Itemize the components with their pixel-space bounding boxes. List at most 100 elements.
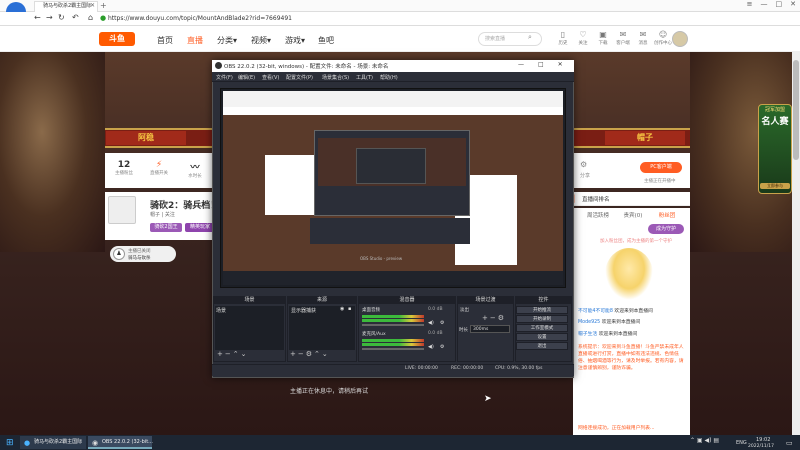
streamer-tag[interactable]: 骑砍2国王 xyxy=(150,223,182,232)
streamer-avatar[interactable] xyxy=(108,196,136,224)
clock-date[interactable]: 2022/11/17 xyxy=(748,444,774,449)
nav-category[interactable]: 分类▾ xyxy=(217,35,237,46)
tab-fanclub[interactable]: 粉丝团 xyxy=(652,211,682,219)
notification-icon[interactable]: ▭ xyxy=(786,439,793,447)
stat-live-toggle[interactable]: ⚡ 直播开关 xyxy=(144,160,174,176)
chat-user[interactable]: Mode925 xyxy=(578,320,600,325)
event-badge-button[interactable]: 立即参与 xyxy=(760,183,790,189)
nav-fishbar[interactable]: 鱼吧 xyxy=(318,35,334,46)
menu-help[interactable]: 帮助(H) xyxy=(380,74,398,81)
speaker-icon[interactable]: ◀) xyxy=(428,320,434,326)
browser-tab[interactable]: 骑马与砍杀2霸主国际 xyxy=(34,1,98,12)
client-button[interactable]: ✉ 客户端 xyxy=(612,30,634,46)
pc-client-button[interactable]: PC客户端 xyxy=(640,162,682,173)
site-logo[interactable]: 斗鱼 xyxy=(99,32,135,46)
windows-start-icon[interactable]: ⊞ xyxy=(6,438,14,448)
follow-status: 主播已关闭 xyxy=(128,249,151,254)
speaker-icon[interactable]: ◀) xyxy=(428,344,434,350)
undo-icon[interactable]: ↶ xyxy=(72,13,79,22)
user-avatar[interactable] xyxy=(672,31,688,47)
follow-button[interactable]: ♡ 关注 xyxy=(572,30,594,46)
search-input[interactable]: 搜索直播 xyxy=(478,32,542,46)
menu-scene-collection[interactable]: 场景集合(S) xyxy=(322,74,349,81)
rank-label[interactable]: 直播间排名 xyxy=(582,195,610,203)
streamer-tag[interactable]: 精英玩家 xyxy=(185,223,215,232)
remove-icon[interactable]: − xyxy=(298,350,306,358)
add-icon[interactable]: + xyxy=(482,314,490,322)
stat-duration[interactable]: 〰水时长 xyxy=(180,160,210,179)
up-icon[interactable]: ⌃ xyxy=(314,350,322,358)
menu-profile[interactable]: 配置文件(P) xyxy=(286,74,313,81)
lock-icon[interactable]: ▪ xyxy=(348,306,351,312)
new-tab-icon[interactable]: + xyxy=(100,1,107,10)
minimize-icon[interactable]: — xyxy=(761,0,768,8)
gear-icon[interactable]: ⚙ xyxy=(498,314,506,322)
chat-user[interactable]: 帽子生活 xyxy=(578,332,597,337)
share-label[interactable]: 分享 xyxy=(580,172,590,179)
transition-select[interactable]: 淡出 xyxy=(460,307,469,313)
team-right[interactable]: 帽子 xyxy=(605,131,685,145)
back-icon[interactable]: ← xyxy=(34,13,41,22)
volume-slider[interactable] xyxy=(362,348,424,350)
tab-weekly[interactable]: 周活跃榜 xyxy=(583,211,613,219)
download-button[interactable]: ▣ 下载 xyxy=(592,30,614,46)
language-indicator[interactable]: ENG xyxy=(736,440,747,446)
down-icon[interactable]: ⌄ xyxy=(322,350,330,358)
nav-video[interactable]: 视频▾ xyxy=(251,35,271,46)
exit-button[interactable]: 退出 xyxy=(516,342,568,350)
team-left[interactable]: 阿稳 xyxy=(106,131,186,145)
studio-mode-button[interactable]: 工作室模式 xyxy=(516,324,568,332)
history-button[interactable]: ▯ 历史 xyxy=(552,30,574,46)
tab-close-icon[interactable]: ✕ xyxy=(90,2,95,9)
stat-fans[interactable]: 12 主播粉丝 xyxy=(109,160,139,176)
close-icon[interactable]: ✕ xyxy=(790,0,796,8)
home-icon[interactable]: ⌂ xyxy=(88,13,93,22)
reload-icon[interactable]: ↻ xyxy=(58,13,65,22)
close-icon[interactable]: ✕ xyxy=(558,61,563,68)
message-button[interactable]: ✉ 消息 xyxy=(632,30,654,46)
tab-vip[interactable]: 贵宾(0) xyxy=(618,211,648,219)
nav-games[interactable]: 游戏▾ xyxy=(285,35,305,46)
system-tray[interactable]: ⌃ ▣ ◀) ▤ xyxy=(690,437,719,444)
start-recording-button[interactable]: 开始录制 xyxy=(516,315,568,323)
search-icon[interactable]: ⌕ xyxy=(528,33,532,42)
chat-text: 欢迎来到本直播间 xyxy=(598,332,638,337)
chat-user[interactable]: 不可能4不可能8 xyxy=(578,309,613,314)
scrollbar-thumb[interactable] xyxy=(793,60,799,160)
eye-icon[interactable]: ◉ xyxy=(340,306,344,312)
menu-icon[interactable]: ≡ xyxy=(747,0,753,8)
menu-file[interactable]: 文件(F) xyxy=(216,74,233,81)
settings-button[interactable]: 设置 xyxy=(516,333,568,341)
start-streaming-button[interactable]: 开始推流 xyxy=(516,306,568,314)
maximize-icon[interactable]: □ xyxy=(538,61,544,68)
duration-input[interactable]: 300ms xyxy=(470,325,510,333)
maximize-icon[interactable]: □ xyxy=(776,0,783,8)
menu-edit[interactable]: 编辑(E) xyxy=(238,74,255,81)
menu-view[interactable]: 查看(V) xyxy=(262,74,279,81)
message-icon: ✉ xyxy=(639,30,647,39)
add-icon[interactable]: + xyxy=(217,350,225,358)
gear-icon[interactable]: ⚙ xyxy=(440,344,444,350)
source-item[interactable]: 显示器捕获 xyxy=(291,307,316,314)
forward-icon[interactable]: → xyxy=(46,13,53,22)
up-icon[interactable]: ⌃ xyxy=(233,350,241,358)
add-icon[interactable]: + xyxy=(290,350,298,358)
nav-live[interactable]: 直播 xyxy=(187,35,203,46)
remove-icon[interactable]: − xyxy=(225,350,233,358)
settings-icon[interactable]: ⚙ xyxy=(580,160,587,169)
nav-home[interactable]: 首页 xyxy=(157,35,173,46)
down-icon[interactable]: ⌄ xyxy=(241,350,249,358)
become-guard-button[interactable]: 成为守护 xyxy=(648,224,684,234)
gear-icon[interactable]: ⚙ xyxy=(306,350,314,358)
creator-center-button[interactable]: ☺ 创作中心 xyxy=(652,30,674,46)
gear-icon[interactable]: ⚙ xyxy=(440,320,444,326)
clock-time[interactable]: 19:02 xyxy=(756,437,770,443)
offline-message: 主播正在休息中，请稍后再试 xyxy=(290,388,369,395)
remove-icon[interactable]: − xyxy=(490,314,498,322)
minimize-icon[interactable]: — xyxy=(518,61,524,68)
menu-tools[interactable]: 工具(T) xyxy=(356,74,373,81)
volume-slider[interactable] xyxy=(362,324,424,326)
address-bar[interactable]: https://www.douyu.com/topic/MountAndBlad… xyxy=(108,14,668,24)
streamer-subtitle[interactable]: 帽子 | 关注 xyxy=(150,211,175,218)
scene-item[interactable]: 场景 xyxy=(216,307,226,314)
